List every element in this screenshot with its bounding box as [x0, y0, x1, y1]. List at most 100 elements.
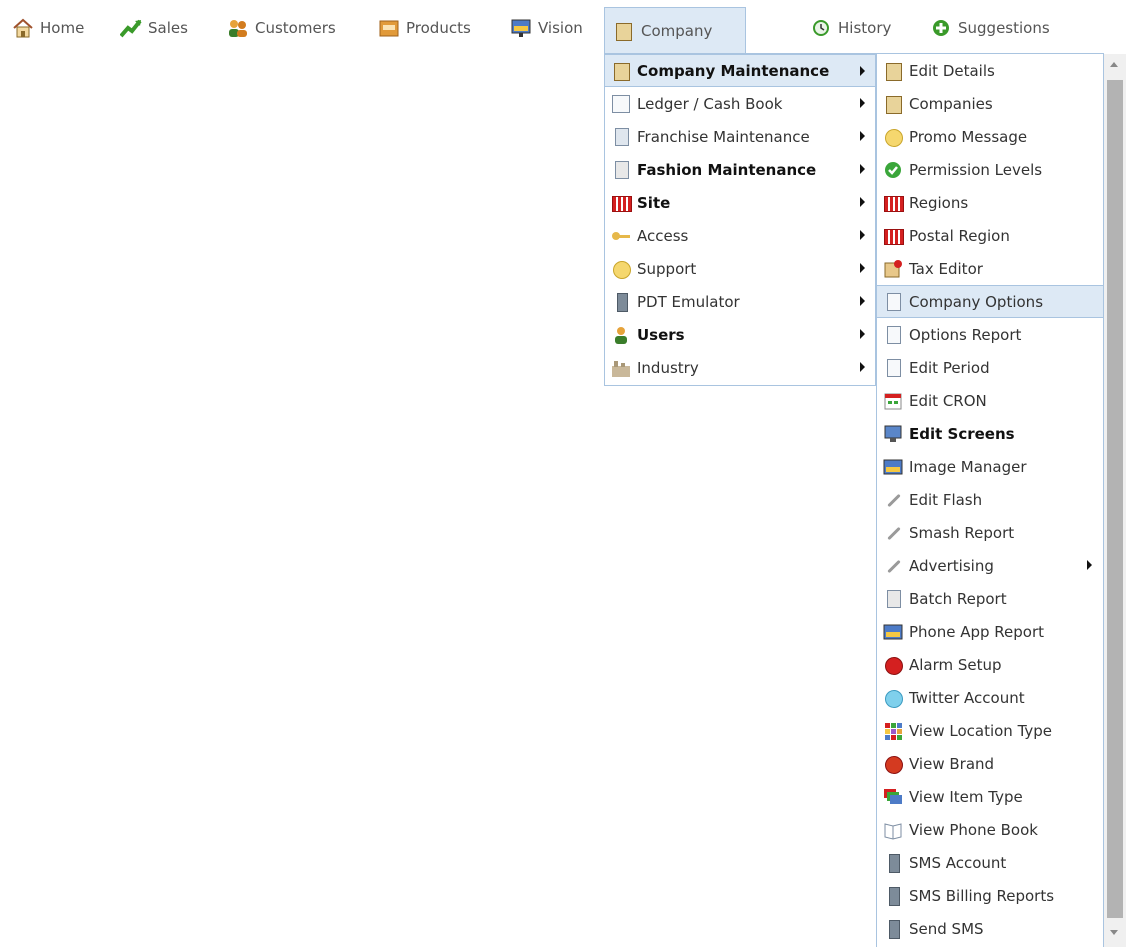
submenu-item-label: Edit Flash — [909, 490, 983, 509]
submenu-item-view-phone-book[interactable]: View Phone Book — [877, 813, 1103, 846]
submenu-item-label: Edit Screens — [909, 424, 1015, 443]
menu-item-label: Industry — [637, 358, 699, 377]
document-icon — [883, 358, 903, 378]
document-icon — [883, 325, 903, 345]
menu-item-company-maintenance[interactable]: Company Maintenance — [605, 54, 875, 87]
submenu-item-phone-app-report[interactable]: Phone App Report — [877, 615, 1103, 648]
menu-item-access[interactable]: Access — [605, 219, 875, 252]
nav-customers[interactable]: Customers — [227, 7, 336, 49]
vision-icon — [510, 18, 532, 38]
submenu-item-smash-report[interactable]: Smash Report — [877, 516, 1103, 549]
menu-item-support[interactable]: Support — [605, 252, 875, 285]
nav-products[interactable]: Products — [378, 7, 471, 49]
submenu-item-label: Image Manager — [909, 457, 1027, 476]
submenu-item-label: Postal Region — [909, 226, 1010, 245]
screen-icon — [883, 424, 903, 444]
fashion-icon — [611, 160, 631, 180]
menu-item-label: Ledger / Cash Book — [637, 94, 783, 113]
submenu-item-sms-account[interactable]: SMS Account — [877, 846, 1103, 879]
submenu-item-edit-cron[interactable]: Edit CRON — [877, 384, 1103, 417]
menu-item-franchise-maintenance[interactable]: Franchise Maintenance — [605, 120, 875, 153]
store-icon — [883, 193, 904, 213]
submenu-item-view-location-type[interactable]: View Location Type — [877, 714, 1103, 747]
submenu-arrow-icon — [860, 296, 865, 306]
submenu-item-view-item-type[interactable]: View Item Type — [877, 780, 1103, 813]
submenu-item-send-sms[interactable]: Send SMS — [877, 912, 1103, 945]
layers-icon — [883, 787, 903, 807]
submenu-item-label: Promo Message — [909, 127, 1028, 146]
scroll-up-arrow-icon[interactable] — [1110, 62, 1118, 67]
building-icon — [883, 94, 903, 114]
submenu-item-companies[interactable]: Companies — [877, 87, 1103, 120]
submenu-item-label: SMS Account — [909, 853, 1007, 872]
speech-bubble-icon — [883, 688, 903, 708]
submenu-item-advertising[interactable]: Advertising — [877, 549, 1103, 582]
submenu-item-edit-screens[interactable]: Edit Screens — [877, 417, 1103, 450]
nav-company[interactable]: Company — [604, 7, 746, 54]
ledger-icon — [611, 94, 631, 114]
menu-item-label: Site — [637, 193, 671, 212]
menu-item-label: Franchise Maintenance — [637, 127, 810, 146]
submenu-item-tax-editor[interactable]: Tax Editor — [877, 252, 1103, 285]
submenu-item-view-brand[interactable]: View Brand — [877, 747, 1103, 780]
submenu-item-label: Options Report — [909, 325, 1022, 344]
menu-item-fashion-maintenance[interactable]: Fashion Maintenance — [605, 153, 875, 186]
nav-history[interactable]: History — [810, 7, 891, 49]
submenu-item-regions[interactable]: Regions — [877, 186, 1103, 219]
submenu-arrow-icon — [860, 362, 865, 372]
submenu-arrow-icon — [860, 164, 865, 174]
company-dropdown-menu: Company Maintenance Ledger / Cash Book F… — [604, 53, 876, 386]
nav-company-label: Company — [641, 22, 713, 40]
nav-suggestions[interactable]: Suggestions — [930, 7, 1050, 49]
batch-icon — [883, 589, 903, 609]
menu-item-industry[interactable]: Industry — [605, 351, 875, 384]
grid-icon — [883, 721, 903, 741]
home-icon — [12, 18, 34, 38]
image-icon — [883, 457, 903, 477]
submenu-arrow-icon — [1087, 560, 1092, 570]
menu-item-users[interactable]: Users — [605, 318, 875, 351]
scrollbar-thumb[interactable] — [1107, 80, 1123, 918]
menu-item-ledger-cash-book[interactable]: Ledger / Cash Book — [605, 87, 875, 120]
submenu-item-options-report[interactable]: Options Report — [877, 318, 1103, 351]
submenu-item-permission-levels[interactable]: Permission Levels — [877, 153, 1103, 186]
menu-item-site[interactable]: Site — [605, 186, 875, 219]
submenu-arrow-icon — [860, 66, 865, 76]
submenu-item-alarm-setup[interactable]: Alarm Setup — [877, 648, 1103, 681]
alarm-icon — [883, 655, 903, 675]
company-maintenance-submenu: Edit Details Companies Promo Message Per… — [876, 53, 1104, 947]
menu-item-label: Fashion Maintenance — [637, 160, 817, 179]
promo-icon — [883, 127, 903, 147]
submenu-item-image-manager[interactable]: Image Manager — [877, 450, 1103, 483]
book-icon — [883, 820, 903, 840]
submenu-item-edit-flash[interactable]: Edit Flash — [877, 483, 1103, 516]
submenu-arrow-icon — [860, 131, 865, 141]
submenu-item-edit-details[interactable]: Edit Details — [877, 54, 1103, 87]
submenu-item-edit-period[interactable]: Edit Period — [877, 351, 1103, 384]
nav-sales[interactable]: Sales — [119, 7, 188, 49]
menu-item-label: Company Maintenance — [637, 61, 830, 80]
submenu-item-twitter-account[interactable]: Twitter Account — [877, 681, 1103, 714]
menu-item-pdt-emulator[interactable]: PDT Emulator — [605, 285, 875, 318]
scroll-down-arrow-icon[interactable] — [1110, 930, 1118, 935]
industry-icon — [611, 358, 631, 378]
submenu-item-label: Permission Levels — [909, 160, 1043, 179]
nav-vision[interactable]: Vision — [510, 7, 583, 49]
menu-item-label: Users — [637, 325, 685, 344]
nav-home[interactable]: Home — [12, 7, 84, 49]
products-icon — [378, 18, 400, 38]
submenu-item-promo-message[interactable]: Promo Message — [877, 120, 1103, 153]
submenu-item-label: View Phone Book — [909, 820, 1038, 839]
submenu-item-batch-report[interactable]: Batch Report — [877, 582, 1103, 615]
submenu-item-label: Edit CRON — [909, 391, 987, 410]
submenu-item-company-options[interactable]: Company Options — [877, 285, 1103, 318]
submenu-item-label: Regions — [909, 193, 969, 212]
submenu-item-sms-billing-reports[interactable]: SMS Billing Reports — [877, 879, 1103, 912]
support-icon — [611, 259, 631, 279]
nav-products-label: Products — [406, 19, 471, 37]
apple-icon — [883, 754, 903, 774]
menu-item-label: Access — [637, 226, 689, 245]
sales-chart-icon — [119, 18, 142, 38]
submenu-item-postal-region[interactable]: Postal Region — [877, 219, 1103, 252]
document-icon — [883, 292, 903, 312]
